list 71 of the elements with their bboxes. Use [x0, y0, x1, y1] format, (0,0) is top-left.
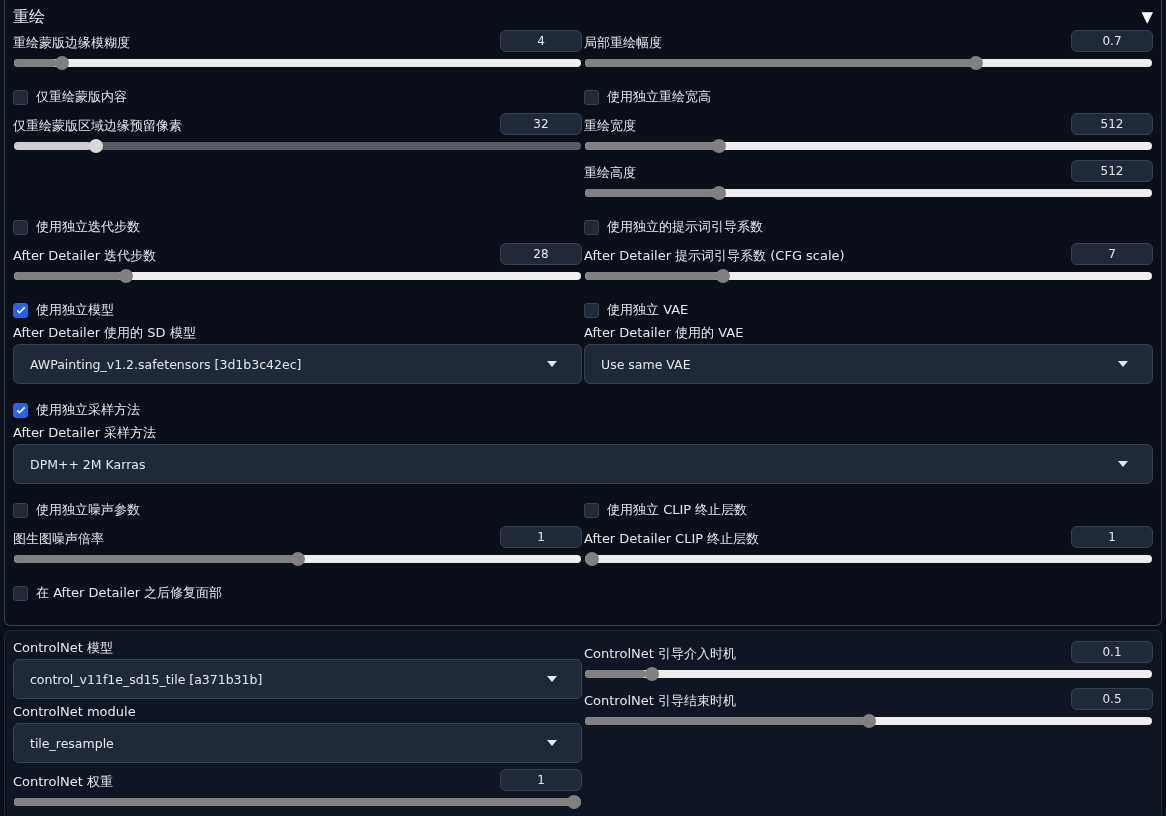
- dropdown-label: After Detailer 采样方法: [13, 424, 158, 442]
- checkbox[interactable]: [584, 502, 599, 518]
- checkbox-label[interactable]: 使用独立重绘宽高: [607, 88, 711, 106]
- checkbox-label[interactable]: 使用独立迭代步数: [36, 218, 140, 236]
- number-field[interactable]: 1: [500, 526, 582, 548]
- slider-track[interactable]: [585, 717, 1152, 725]
- number-field[interactable]: 0.5: [1071, 688, 1153, 710]
- caret-icon: [547, 361, 557, 367]
- dropdown[interactable]: Use same VAE: [584, 344, 1153, 384]
- slider-track[interactable]: [14, 59, 581, 67]
- number-field[interactable]: 0.1: [1071, 641, 1153, 663]
- number-field[interactable]: 1: [500, 769, 582, 791]
- slider-track[interactable]: [14, 798, 581, 806]
- checkbox[interactable]: [584, 89, 599, 105]
- checkbox-label[interactable]: 使用独立 CLIP 终止层数: [607, 501, 748, 519]
- panel-title: 重绘: [13, 6, 45, 28]
- caret-icon: [547, 676, 557, 682]
- number-field[interactable]: 4: [500, 30, 582, 52]
- checkbox[interactable]: [13, 402, 28, 418]
- slider-track[interactable]: [585, 555, 1152, 563]
- dropdown-label: ControlNet module: [13, 703, 137, 721]
- checkbox[interactable]: [13, 502, 28, 518]
- checkbox[interactable]: [13, 89, 28, 105]
- slider-label: After Detailer CLIP 终止层数: [584, 530, 760, 548]
- collapse-toggle[interactable]: ▼: [1141, 8, 1153, 26]
- caret-icon: [1118, 361, 1128, 367]
- slider-label: 重绘宽度: [584, 117, 636, 135]
- checkbox[interactable]: [584, 302, 599, 318]
- slider-label: 图生图噪声倍率: [13, 530, 104, 548]
- slider-label: After Detailer 迭代步数: [13, 247, 157, 265]
- checkbox-label[interactable]: 使用独立采样方法: [36, 401, 140, 419]
- number-field[interactable]: 28: [500, 243, 582, 265]
- slider-track[interactable]: [14, 555, 581, 563]
- slider-track[interactable]: [585, 59, 1152, 67]
- checkbox[interactable]: [13, 219, 28, 235]
- slider-label: ControlNet 引导介入时机: [584, 645, 736, 663]
- slider-label: After Detailer 提示词引导系数 (CFG scale): [584, 247, 845, 265]
- slider-track[interactable]: [14, 272, 581, 280]
- dropdown[interactable]: DPM++ 2M Karras: [13, 444, 1153, 484]
- dropdown[interactable]: tile_resample: [13, 723, 582, 763]
- slider-track[interactable]: [585, 272, 1152, 280]
- checkbox-label[interactable]: 使用独立噪声参数: [36, 501, 140, 519]
- checkbox-label[interactable]: 使用独立的提示词引导系数: [607, 218, 763, 236]
- checkbox-label[interactable]: 仅重绘蒙版内容: [36, 88, 127, 106]
- number-field[interactable]: 512: [1071, 160, 1153, 182]
- dropdown-label: ControlNet 模型: [13, 639, 114, 657]
- slider-track[interactable]: [585, 670, 1152, 678]
- number-field[interactable]: 0.7: [1071, 30, 1153, 52]
- slider-label: ControlNet 权重: [13, 773, 113, 791]
- checkbox[interactable]: [13, 302, 28, 318]
- checkbox[interactable]: [13, 585, 28, 601]
- checkbox-label[interactable]: 在 After Detailer 之后修复面部: [36, 584, 223, 602]
- number-field[interactable]: 7: [1071, 243, 1153, 265]
- caret-icon: [547, 740, 557, 746]
- dropdown[interactable]: AWPainting_v1.2.safetensors [3d1b3c42ec]: [13, 344, 582, 384]
- checkbox-label[interactable]: 使用独立模型: [36, 301, 114, 319]
- slider-track[interactable]: [585, 189, 1152, 197]
- number-field[interactable]: 1: [1071, 526, 1153, 548]
- slider-label: 重绘蒙版边缘模糊度: [13, 34, 130, 52]
- caret-icon: [1118, 461, 1128, 467]
- slider-label: 重绘高度: [584, 164, 636, 182]
- slider-label: 局部重绘幅度: [584, 34, 662, 52]
- dropdown-label: After Detailer 使用的 VAE: [584, 324, 745, 342]
- dropdown-label: After Detailer 使用的 SD 模型: [13, 324, 197, 342]
- checkbox[interactable]: [584, 219, 599, 235]
- slider-track[interactable]: [585, 142, 1152, 150]
- slider-label: 仅重绘蒙版区域边缘预留像素: [13, 117, 182, 135]
- slider-label: ControlNet 引导结束时机: [584, 692, 736, 710]
- dropdown[interactable]: control_v11f1e_sd15_tile [a371b31b]: [13, 659, 582, 699]
- checkbox-label[interactable]: 使用独立 VAE: [607, 301, 689, 319]
- number-field[interactable]: 512: [1071, 113, 1153, 135]
